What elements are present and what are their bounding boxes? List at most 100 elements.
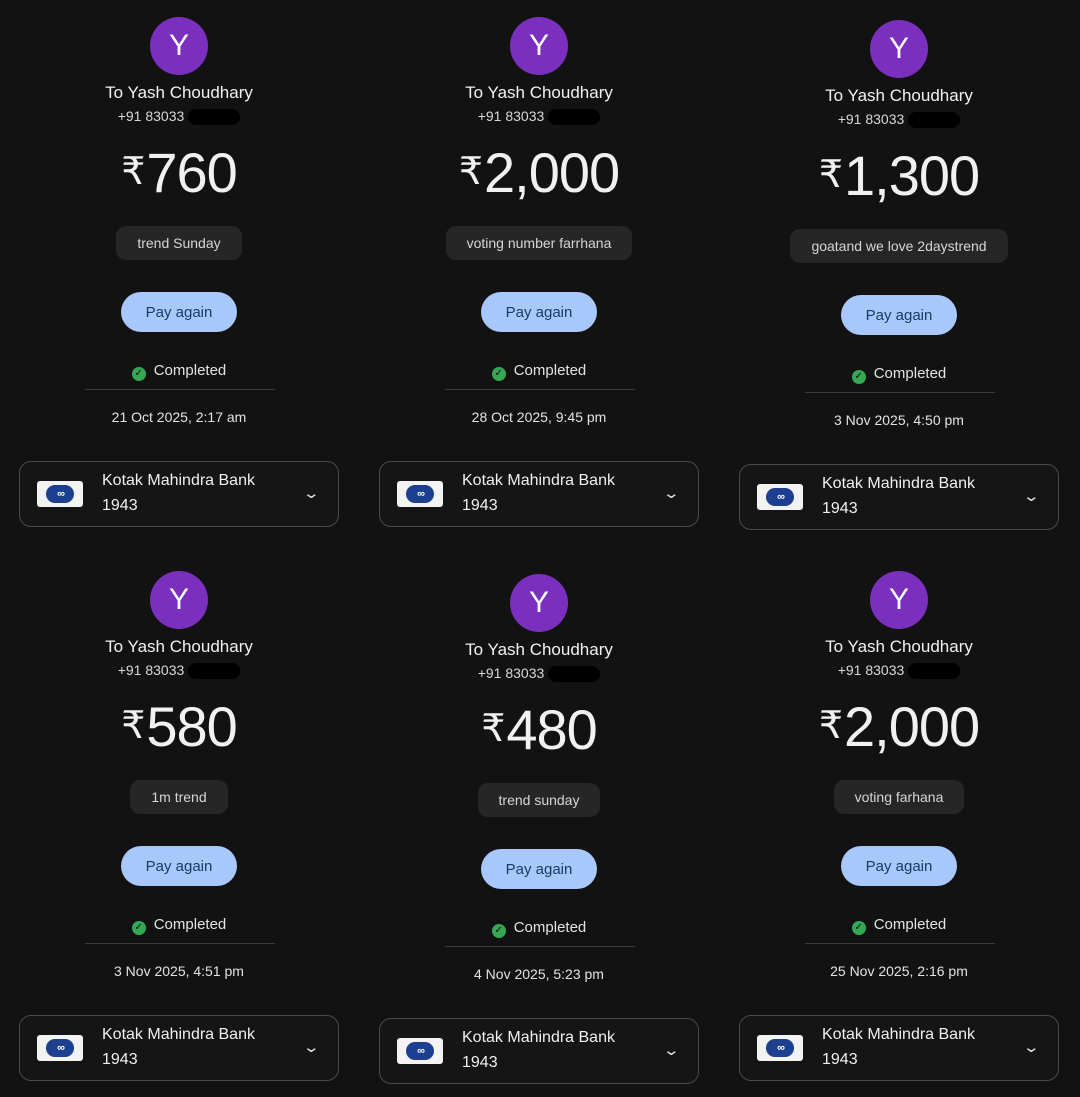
- rupee-symbol: ₹: [121, 151, 145, 193]
- divider: [805, 392, 995, 393]
- payment-amount: ₹480: [360, 697, 718, 762]
- payment-amount: ₹580: [0, 694, 358, 759]
- kotak-logo-icon: ∞: [757, 484, 803, 510]
- transaction-date: 21 Oct 2025, 2:17 am: [111, 409, 247, 425]
- status-row: ✓ Completed: [0, 916, 358, 935]
- pay-again-button[interactable]: Pay again: [121, 292, 237, 332]
- status-row: ✓ Completed: [720, 916, 1078, 935]
- avatar: Y: [510, 574, 568, 632]
- amount-value: 2,000: [484, 141, 620, 204]
- recipient-name: To Yash Choudhary: [465, 83, 613, 102]
- phone-number: +91 83033: [837, 111, 905, 127]
- bank-account-selector[interactable]: ∞ Kotak Mahindra Bank 1943 ⌄: [19, 461, 339, 527]
- payment-note: trend sunday: [477, 783, 601, 817]
- pay-again-button[interactable]: Pay again: [121, 846, 237, 886]
- pay-again-button[interactable]: Pay again: [841, 295, 957, 335]
- status-label: Completed: [873, 365, 947, 382]
- redaction-mark: [908, 112, 961, 129]
- check-circle-icon: ✓: [491, 366, 506, 381]
- bank-account-selector[interactable]: ∞ Kotak Mahindra Bank 1943 ⌄: [379, 461, 699, 527]
- chevron-down-icon[interactable]: ⌄: [303, 484, 321, 502]
- recipient-name: To Yash Choudhary: [825, 86, 973, 105]
- bank-name: Kotak Mahindra Bank: [822, 1026, 975, 1043]
- avatar: Y: [150, 17, 208, 75]
- check-circle-icon: ✓: [851, 920, 866, 935]
- recipient-phone: +91 83033: [720, 111, 1078, 129]
- status-label: Completed: [873, 916, 947, 933]
- payment-note: goatand we love 2daystrend: [790, 229, 1008, 263]
- transaction-card: Y To Yash Choudhary +91 83033 ₹2,000 vot…: [720, 554, 1080, 1094]
- chevron-down-icon[interactable]: ⌄: [663, 484, 681, 502]
- divider: [85, 389, 275, 390]
- recipient-phone: +91 83033: [0, 108, 358, 126]
- status-label: Completed: [513, 362, 587, 379]
- bank-name: Kotak Mahindra Bank: [462, 1029, 615, 1046]
- bank-name: Kotak Mahindra Bank: [462, 472, 615, 489]
- rupee-symbol: ₹: [481, 708, 505, 750]
- payment-amount: ₹1,300: [720, 143, 1078, 208]
- transaction-card: Y To Yash Choudhary +91 83033 ₹1,300 goa…: [720, 3, 1080, 543]
- bank-name: Kotak Mahindra Bank: [102, 472, 255, 489]
- status-label: Completed: [153, 916, 227, 933]
- status-row: ✓ Completed: [0, 362, 358, 381]
- pay-again-button[interactable]: Pay again: [841, 846, 957, 886]
- bank-account-number: 1943: [462, 497, 498, 514]
- chevron-down-icon[interactable]: ⌄: [1023, 487, 1041, 505]
- payment-note: trend Sunday: [116, 226, 242, 260]
- transaction-date: 4 Nov 2025, 5:23 pm: [474, 966, 604, 982]
- bank-account-number: 1943: [822, 500, 858, 517]
- chevron-down-icon[interactable]: ⌄: [663, 1041, 681, 1059]
- bank-account-selector[interactable]: ∞ Kotak Mahindra Bank 1943 ⌄: [379, 1018, 699, 1084]
- amount-value: 2,000: [844, 695, 980, 758]
- recipient-name: To Yash Choudhary: [465, 640, 613, 659]
- status-label: Completed: [153, 362, 227, 379]
- kotak-logo-icon: ∞: [37, 1035, 83, 1061]
- avatar: Y: [150, 571, 208, 629]
- recipient-name: To Yash Choudhary: [825, 637, 973, 656]
- bank-account-number: 1943: [102, 497, 138, 514]
- redaction-mark: [908, 663, 961, 680]
- transaction-card: Y To Yash Choudhary +91 83033 ₹580 1m tr…: [0, 554, 360, 1094]
- bank-account-number: 1943: [462, 1054, 498, 1071]
- phone-number: +91 83033: [117, 108, 185, 124]
- bank-account-selector[interactable]: ∞ Kotak Mahindra Bank 1943 ⌄: [739, 1015, 1059, 1081]
- status-row: ✓ Completed: [360, 919, 718, 938]
- pay-again-button[interactable]: Pay again: [481, 849, 597, 889]
- pay-again-button[interactable]: Pay again: [481, 292, 597, 332]
- recipient-phone: +91 83033: [360, 108, 718, 126]
- transaction-date: 3 Nov 2025, 4:51 pm: [114, 963, 244, 979]
- rupee-symbol: ₹: [458, 151, 483, 193]
- payment-note: 1m trend: [130, 780, 228, 814]
- amount-value: 1,300: [844, 144, 980, 207]
- transaction-date: 25 Nov 2025, 2:16 pm: [830, 963, 968, 979]
- chevron-down-icon[interactable]: ⌄: [303, 1038, 321, 1056]
- bank-name: Kotak Mahindra Bank: [102, 1026, 255, 1043]
- kotak-logo-icon: ∞: [37, 481, 83, 507]
- payment-amount: ₹760: [0, 140, 358, 205]
- bank-account-number: 1943: [822, 1051, 858, 1068]
- rupee-symbol: ₹: [818, 154, 843, 196]
- payment-amount: ₹2,000: [360, 140, 718, 205]
- transaction-grid: Y To Yash Choudhary +91 83033 ₹760 trend…: [0, 0, 1080, 1084]
- chevron-down-icon[interactable]: ⌄: [1023, 1038, 1041, 1056]
- recipient-phone: +91 83033: [720, 662, 1078, 680]
- recipient-phone: +91 83033: [0, 662, 358, 680]
- check-circle-icon: ✓: [131, 920, 146, 935]
- bank-account-selector[interactable]: ∞ Kotak Mahindra Bank 1943 ⌄: [739, 464, 1059, 530]
- avatar: Y: [510, 17, 568, 75]
- transaction-card: Y To Yash Choudhary +91 83033 ₹760 trend…: [0, 0, 360, 540]
- status-label: Completed: [513, 919, 587, 936]
- bank-account-selector[interactable]: ∞ Kotak Mahindra Bank 1943 ⌄: [19, 1015, 339, 1081]
- status-row: ✓ Completed: [720, 365, 1078, 384]
- redaction-mark: [188, 663, 241, 680]
- divider: [445, 946, 635, 947]
- check-circle-icon: ✓: [131, 366, 146, 381]
- transaction-card: Y To Yash Choudhary +91 83033 ₹480 trend…: [360, 557, 720, 1097]
- amount-value: 760: [146, 141, 237, 204]
- amount-value: 580: [146, 695, 237, 758]
- check-circle-icon: ✓: [851, 369, 866, 384]
- kotak-logo-icon: ∞: [397, 1038, 443, 1064]
- divider: [445, 389, 635, 390]
- payment-note: voting number farrhana: [445, 226, 633, 260]
- avatar: Y: [870, 571, 928, 629]
